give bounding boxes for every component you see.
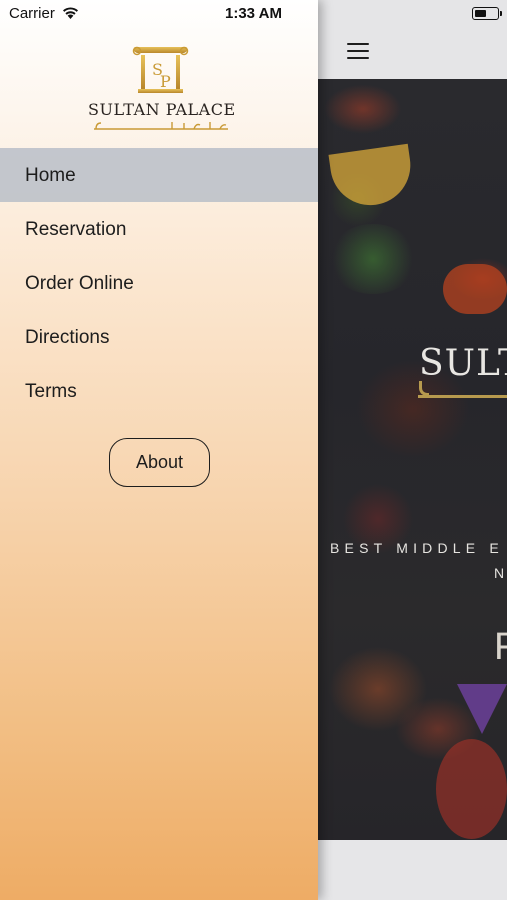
- arabic-logo-script: [94, 122, 228, 130]
- about-button[interactable]: About: [109, 438, 210, 487]
- nav-item-label: Directions: [25, 327, 110, 348]
- sultan-palace-logo: S P SULTAN PALACE: [88, 45, 236, 133]
- purple-badge-graphic: [457, 684, 507, 734]
- hero-partial-heading: F: [494, 626, 507, 668]
- hero-image: SULTA BEST MIDDLE E N F: [318, 79, 507, 840]
- nav-item-home[interactable]: Home: [0, 148, 318, 202]
- hero-arabic-script: [419, 381, 429, 396]
- nav-item-reservation[interactable]: Reservation: [0, 202, 318, 256]
- grilled-tomato: [436, 739, 507, 839]
- nav-item-label: Terms: [25, 381, 77, 402]
- nav-item-terms[interactable]: Terms: [0, 364, 318, 418]
- hero-arabic-underline: [418, 395, 507, 398]
- logo-title: SULTAN PALACE: [88, 100, 236, 119]
- pillar-monogram-icon: S P: [132, 46, 189, 93]
- nav-item-label: Reservation: [25, 219, 127, 240]
- battery-icon: [472, 7, 502, 20]
- nav-item-directions[interactable]: Directions: [0, 310, 318, 364]
- grilled-pepper: [443, 264, 507, 314]
- herb-garnish: [328, 224, 418, 294]
- hero-tagline-line2: N: [494, 565, 507, 581]
- main-content-panel: SULTA BEST MIDDLE E N F: [318, 0, 507, 900]
- hamburger-menu-icon[interactable]: [347, 43, 369, 60]
- nav-item-label: Order Online: [25, 273, 134, 294]
- hero-tagline: BEST MIDDLE E: [330, 540, 504, 556]
- hero-logo-text: SULTA: [419, 343, 507, 384]
- nav-item-label: Home: [25, 165, 76, 186]
- navigation-bar: [318, 0, 507, 79]
- nav-item-order-online[interactable]: Order Online: [0, 256, 318, 310]
- drawer-navigation: Home Reservation Order Online Directions…: [0, 148, 318, 418]
- lemon-wedge: [328, 143, 416, 211]
- side-drawer: S P SULTAN PALACE Home Reservation Order…: [0, 0, 318, 900]
- svg-text:P: P: [160, 72, 171, 91]
